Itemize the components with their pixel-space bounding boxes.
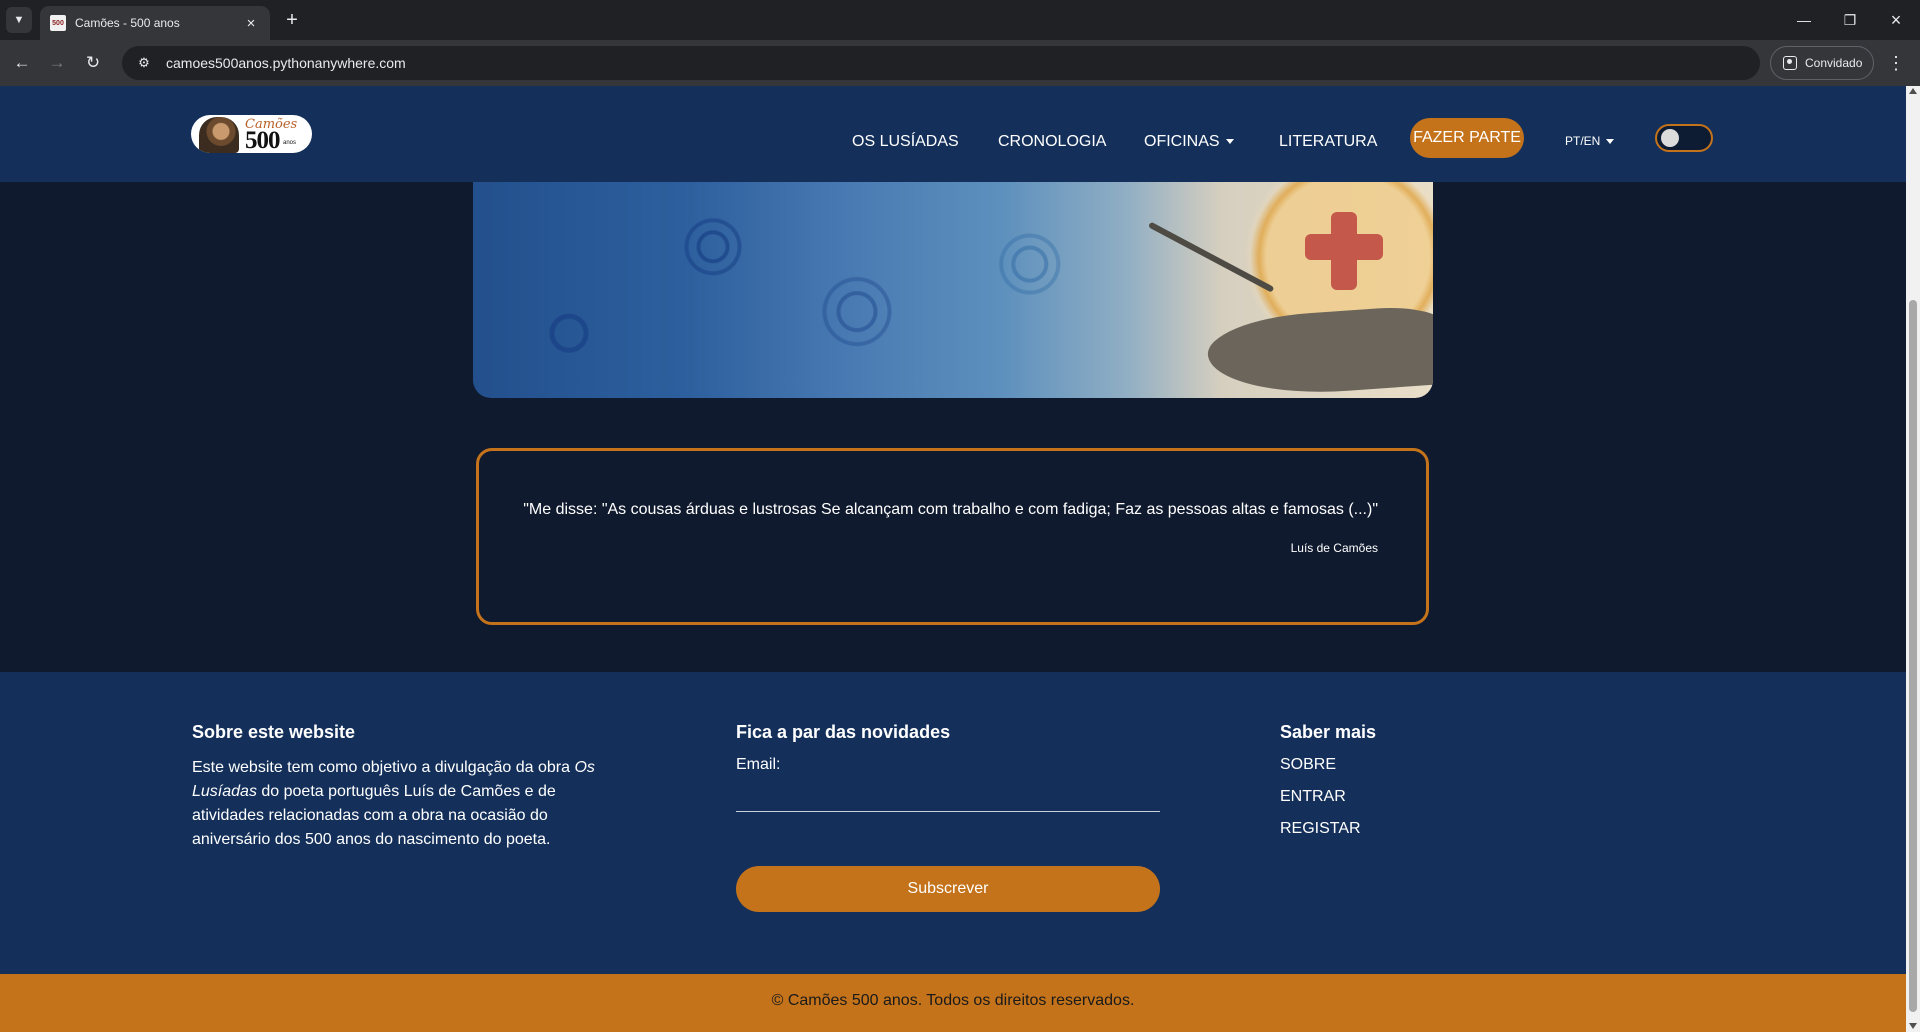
nav-dropdown-oficinas[interactable]: OFICINAS [1144,133,1234,151]
footer-link-entrar[interactable]: ENTRAR [1280,788,1346,806]
quote-text: "Me disse: "As cousas árduas e lustrosas… [523,501,1378,518]
scroll-down-arrow-icon[interactable] [1909,1023,1917,1029]
language-dropdown[interactable]: PT/EN [1565,134,1615,148]
nav-link-cronologia[interactable]: CRONOLOGIA [998,133,1106,151]
site-footer: Sobre este website Este website tem como… [0,672,1906,974]
forward-arrow-icon[interactable]: → [44,50,70,76]
painting-boat [1205,303,1433,398]
footer-about-text: Este website tem como objetivo a divulga… [192,756,612,852]
tab-title: Camões - 500 anos [75,16,180,30]
footer-link-sobre[interactable]: SOBRE [1280,756,1336,774]
site-logo[interactable]: Camões 500 anos [191,115,312,153]
browser-tab[interactable]: 500 Camões - 500 anos × [40,6,270,40]
footer-about-heading: Sobre este website [192,722,356,742]
scroll-thumb[interactable] [1909,300,1917,1012]
toggle-knob [1661,129,1679,147]
site-navbar: Camões 500 anos OS LUSÍADAS CRONOLOGIA O… [0,86,1906,182]
reload-icon[interactable]: ↻ [80,50,106,76]
subscribe-button[interactable]: Subscrever [736,866,1160,912]
browser-menu-icon[interactable]: ⋮ [1884,50,1908,76]
close-window-icon[interactable]: × [1881,8,1911,32]
email-field[interactable] [736,780,1160,812]
copyright-bar: © Camões 500 anos. Todos os direitos res… [0,974,1906,1032]
url-text[interactable]: camoes500anos.pythonanywhere.com [166,55,406,71]
guest-profile-icon [1783,56,1797,70]
tab-search-chevron-icon[interactable]: ▼ [6,7,32,33]
about-text-start: Este website tem como objetivo a divulga… [192,759,575,776]
footer-more-heading: Saber mais [1280,722,1377,742]
caret-down-icon [1606,139,1615,145]
footer-link-registar[interactable]: REGISTAR [1280,820,1361,838]
painting-cross-bar [1305,234,1383,260]
profile-button[interactable]: Convidado [1770,46,1874,80]
nav-link-literatura[interactable]: LITERATURA [1279,133,1377,151]
language-label: PT/EN [1565,134,1601,148]
restore-icon[interactable]: ❐ [1835,8,1865,32]
fazer-parte-button[interactable]: FAZER PARTE [1410,118,1524,158]
browser-tab-bar: ▼ 500 Camões - 500 anos × + — ❐ × [0,0,1920,40]
email-label: Email: [736,756,781,773]
browser-toolbar: ← → ↻ ⚙ camoes500anos.pythonanywhere.com… [0,40,1920,86]
caret-down-icon [1225,139,1234,145]
scroll-up-arrow-icon[interactable] [1909,88,1917,94]
minimize-icon[interactable]: — [1789,8,1819,32]
page-viewport: Camões 500 anos OS LUSÍADAS CRONOLOGIA O… [0,86,1906,1032]
page-scrollbar[interactable] [1906,86,1920,1032]
logo-500-text: 500 [245,127,280,153]
site-info-icon[interactable]: ⚙ [132,51,156,75]
favicon-icon: 500 [50,15,66,31]
address-bar[interactable]: ⚙ camoes500anos.pythonanywhere.com [122,46,1760,80]
quote-author: Luís de Camões [1290,541,1378,555]
new-tab-plus-icon[interactable]: + [280,8,304,32]
hero-watercolor-image [473,182,1433,398]
footer-newsletter-heading: Fica a par das novidades [736,722,951,742]
theme-toggle-switch[interactable] [1655,124,1713,152]
nav-link-os-lusiadas[interactable]: OS LUSÍADAS [852,133,959,151]
copyright-text: © Camões 500 anos. Todos os direitos res… [771,992,1135,1009]
nav-oficinas-label: OFICINAS [1144,133,1220,150]
back-arrow-icon[interactable]: ← [9,50,35,76]
camoes-portrait-icon [199,117,239,153]
profile-label: Convidado [1805,56,1863,70]
quote-card: "Me disse: "As cousas árduas e lustrosas… [476,448,1429,625]
tab-close-icon[interactable]: × [242,15,260,32]
logo-anos-text: anos [283,140,297,146]
